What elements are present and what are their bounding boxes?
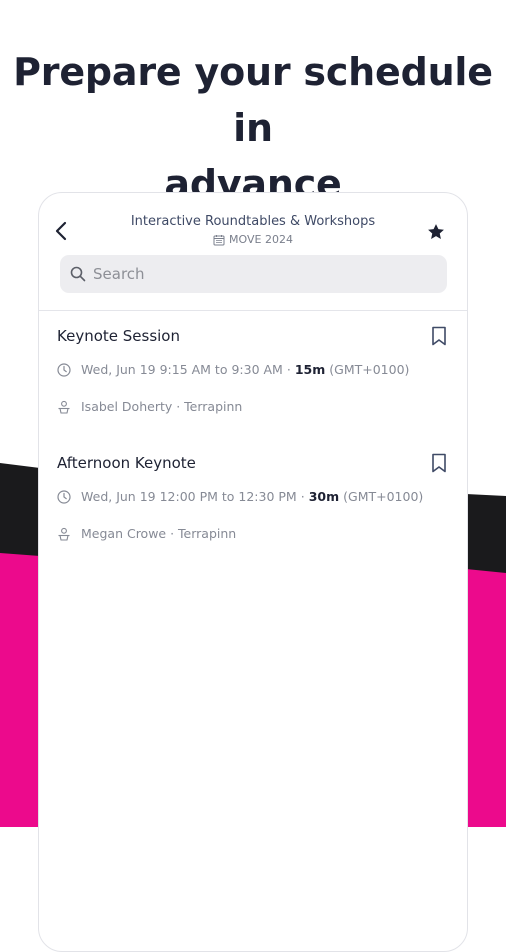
session-title: Afternoon Keynote	[57, 454, 196, 472]
left-pink-band	[0, 553, 40, 827]
session-speaker-row: Megan Crowe · Terrapinn	[57, 526, 449, 542]
search-icon	[69, 265, 87, 283]
separator: ·	[300, 489, 305, 504]
session-item[interactable]: Keynote Session Wed, Jun 19 9:15 AM to 9…	[39, 326, 467, 415]
search-bar[interactable]	[60, 255, 447, 293]
session-title: Keynote Session	[57, 327, 180, 345]
session-speaker: Isabel Doherty · Terrapinn	[81, 399, 243, 414]
session-time-range: Wed, Jun 19 9:15 AM to 9:30 AM	[81, 362, 283, 377]
session-timezone: (GMT+0100)	[343, 489, 424, 504]
session-time-row: Wed, Jun 19 12:00 PM to 12:30 PM · 30m (…	[57, 489, 449, 505]
clock-icon	[57, 363, 71, 377]
event-name: MOVE 2024	[229, 233, 293, 246]
search-input[interactable]	[93, 265, 413, 283]
separator: ·	[286, 362, 291, 377]
top-bar: Interactive Roundtables & Workshops MOVE…	[39, 193, 467, 311]
bookmark-icon[interactable]	[431, 453, 449, 473]
session-item[interactable]: Afternoon Keynote Wed, Jun 19 12:00 PM t…	[39, 453, 467, 542]
star-icon[interactable]	[425, 221, 447, 243]
clock-icon	[57, 490, 71, 504]
session-time-range: Wed, Jun 19 12:00 PM to 12:30 PM	[81, 489, 297, 504]
event-title-block: Interactive Roundtables & Workshops MOVE…	[99, 213, 407, 247]
left-dark-band	[0, 463, 40, 560]
headline-line-1: Prepare your schedule in	[13, 50, 493, 150]
phone-screen: Interactive Roundtables & Workshops MOVE…	[38, 192, 468, 952]
right-dark-band	[466, 494, 506, 575]
session-timezone: (GMT+0100)	[329, 362, 410, 377]
session-duration: 15m	[294, 362, 326, 377]
session-duration: 30m	[308, 489, 340, 504]
speaker-icon	[57, 400, 71, 414]
headline: Prepare your schedule in advance	[0, 44, 506, 212]
session-time-row: Wed, Jun 19 9:15 AM to 9:30 AM · 15m (GM…	[57, 362, 449, 378]
right-pink-band	[466, 569, 506, 827]
speaker-icon	[57, 527, 71, 541]
page-title: Interactive Roundtables & Workshops	[130, 214, 376, 229]
calendar-icon	[213, 234, 225, 246]
event-subtitle: MOVE 2024	[99, 233, 407, 247]
back-icon[interactable]	[51, 221, 71, 241]
session-speaker: Megan Crowe · Terrapinn	[81, 526, 237, 541]
bookmark-icon[interactable]	[431, 326, 449, 346]
session-speaker-row: Isabel Doherty · Terrapinn	[57, 399, 449, 415]
